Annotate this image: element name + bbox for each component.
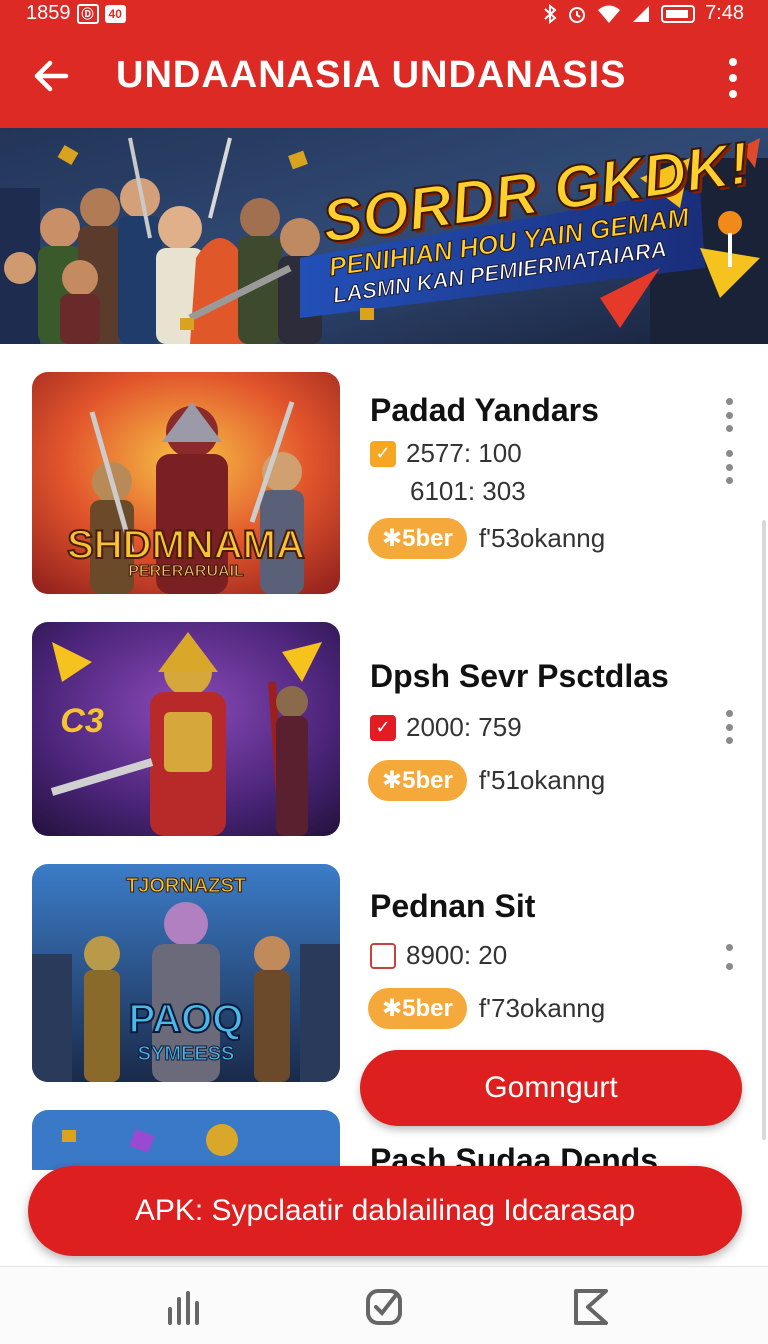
thumb-caption-3: PAOQ <box>129 997 244 1041</box>
item-tag-text: f'51okanng <box>478 765 606 795</box>
item-thumbnail[interactable]: SHDMNAMA PERERARUAIL <box>32 372 340 594</box>
thumb-subcaption-3: SYMEESS <box>138 1043 235 1065</box>
status-time-left: 1859 <box>26 2 71 24</box>
item-stat-secondary: 6101: 303 <box>410 476 526 506</box>
checkbox-checked[interactable]: ✓ <box>370 714 396 741</box>
item-stat: ✓ 2577: 100 <box>370 438 522 469</box>
thumb-top-caption-3: TJORNAZST <box>126 875 246 897</box>
system-nav-bar <box>0 1266 768 1344</box>
battery-icon <box>661 4 696 23</box>
item-stat-value: 2577: 100 <box>406 438 522 468</box>
rating-badge: ✱5ber <box>368 760 467 801</box>
item-title[interactable]: Padad Yandars <box>370 392 599 429</box>
thumb-subcaption-1: PERERARUAIL <box>128 563 244 580</box>
item-thumbnail[interactable] <box>32 1110 340 1170</box>
rating-badge: ✱5ber <box>368 518 467 559</box>
more-vert-icon[interactable] <box>726 944 734 970</box>
item-stat: 8900: 20 <box>370 940 507 971</box>
item-tag-row: ✱5ber f'51okanng <box>368 760 605 801</box>
status-bar: 1859 Ⓓ 40 7:48 <box>0 0 768 30</box>
back-icon[interactable] <box>568 1285 612 1329</box>
thumb-caption-1: SHDMNAMA <box>67 523 305 567</box>
wifi-icon <box>598 5 621 23</box>
arrow-left-icon[interactable] <box>32 56 72 96</box>
item-stat-value: 8900: 20 <box>406 940 508 970</box>
alarm-icon <box>569 6 586 23</box>
item-thumbnail[interactable]: C3 <box>32 622 340 836</box>
item-thumbnail[interactable]: TJORNAZST PAOQ SYMEESS <box>32 864 340 1082</box>
more-vert-icon[interactable] <box>728 58 738 98</box>
rating-badge: ✱5ber <box>368 988 467 1029</box>
bluetooth-icon <box>544 3 557 24</box>
status-badge-icon: Ⓓ <box>76 3 99 24</box>
item-tag-row: ✱5ber f'73okanng <box>368 988 605 1029</box>
status-notification-badge: 40 <box>104 4 126 23</box>
checkbox-checked[interactable]: ✓ <box>370 440 396 467</box>
item-tag-text: f'73okanng <box>478 993 606 1023</box>
promo-banner[interactable]: SORDR GKDK! PENIHIAN HOU YAIN GEMAM LASM… <box>0 128 768 344</box>
signal-icon <box>633 5 650 22</box>
item-title[interactable]: Dpsh Sevr Psctdlas <box>370 658 669 695</box>
item-stat-value: 2000: 759 <box>406 712 522 742</box>
checkbox-unchecked[interactable] <box>370 942 396 969</box>
item-tag-row: ✱5ber f'53okanng <box>368 518 605 559</box>
item-stat: ✓ 2000: 759 <box>370 712 522 743</box>
apk-download-banner[interactable]: APK: Sypclaatir dablailinag Idcarasap <box>28 1166 742 1256</box>
primary-action-button[interactable]: Gomngurt <box>360 1050 742 1126</box>
item-title[interactable]: Pash Sudaa Dends <box>370 1142 658 1168</box>
item-title[interactable]: Pednan Sit <box>370 888 535 925</box>
status-time-right: 7:48 <box>705 2 744 24</box>
more-vert-icon[interactable] <box>726 450 734 484</box>
page-title: UNDAANASIA UNDANASIS <box>116 54 627 96</box>
recents-icon[interactable] <box>162 1285 206 1329</box>
item-tag-text: f'53okanng <box>478 523 606 553</box>
home-icon[interactable] <box>362 1285 406 1329</box>
more-vert-icon[interactable] <box>726 710 734 744</box>
thumb-caption-2: C3 <box>60 702 104 740</box>
more-vert-icon[interactable] <box>726 398 734 432</box>
app-header: 1859 Ⓓ 40 7:48 UNDAANASIA UNDANASIS <box>0 0 768 128</box>
app-bar: UNDAANASIA UNDANASIS <box>0 36 768 122</box>
scrollbar[interactable] <box>762 520 766 1140</box>
